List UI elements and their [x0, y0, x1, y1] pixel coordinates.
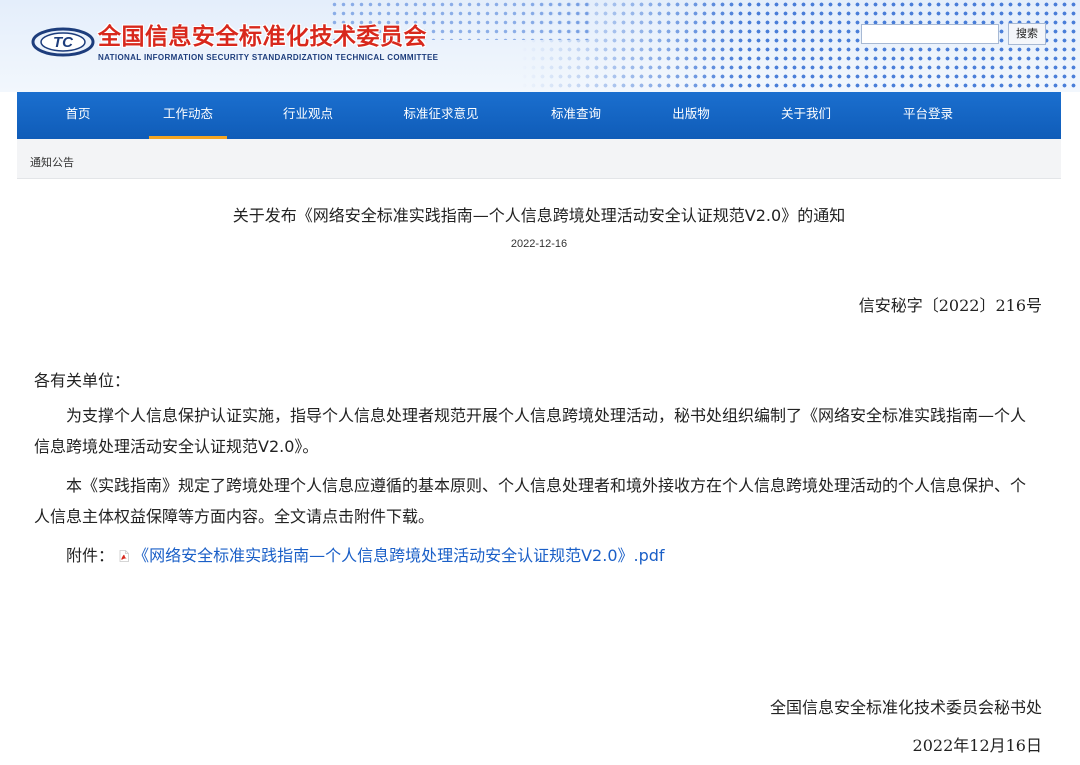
search-button[interactable]: 搜索 — [1008, 23, 1046, 45]
logo-text: 全国信息安全标准化技术委员会 NATIONAL INFORMATION SECU… — [98, 22, 438, 62]
logo-title-cn: 全国信息安全标准化技术委员会 — [98, 24, 427, 50]
salutation: 各有关单位： — [34, 371, 131, 390]
article: 关于发布《网络安全标准实践指南—个人信息跨境处理活动安全认证规范V2.0》的通知… — [17, 179, 1061, 765]
tc-logo-text: TC — [53, 34, 74, 51]
attachment-line: 附件： 《网络安全标准实践指南—个人信息跨境处理活动安全认证规范V2.0》.pd… — [34, 540, 1034, 571]
logo-title-en: NATIONAL INFORMATION SECURITY STANDARDIZ… — [98, 53, 439, 62]
site-header: TC 全国信息安全标准化技术委员会 NATIONAL INFORMATION S… — [0, 0, 1080, 92]
breadcrumb-bar: 通知公告 — [17, 139, 1061, 179]
attachment-label: 附件： — [66, 546, 115, 565]
site-logo[interactable]: TC 全国信息安全标准化技术委员会 NATIONAL INFORMATION S… — [30, 22, 438, 68]
article-title: 关于发布《网络安全标准实践指南—个人信息跨境处理活动安全认证规范V2.0》的通知 — [232, 206, 846, 225]
nav-item-standard-comments[interactable]: 标准征求意见 — [391, 92, 491, 139]
sign-date: 2022年12月16日 — [912, 736, 1042, 755]
nav-item-industry-views[interactable]: 行业观点 — [269, 92, 347, 139]
nav-item-work-news[interactable]: 工作动态 — [149, 92, 227, 139]
article-date: 2022-12-16 — [510, 238, 568, 250]
nav-item-publications[interactable]: 出版物 — [660, 92, 722, 139]
article-paragraph: 本《实践指南》规定了跨境处理个人信息应遵循的基本原则、个人信息处理者和境外接收方… — [34, 476, 1027, 526]
signer: 全国信息安全标准化技术委员会秘书处 — [769, 698, 1042, 717]
nav-item-home[interactable]: 首页 — [47, 92, 109, 139]
document-number: 信安秘字〔2022〕216号 — [858, 296, 1042, 315]
breadcrumb[interactable]: 通知公告 — [30, 154, 74, 170]
nav-item-platform-login[interactable]: 平台登录 — [889, 92, 967, 139]
nav-item-about-us[interactable]: 关于我们 — [767, 92, 845, 139]
nav-item-standard-search[interactable]: 标准查询 — [537, 92, 615, 139]
pdf-file-icon — [119, 550, 130, 562]
article-paragraph: 为支撑个人信息保护认证实施，指导个人信息处理者规范开展个人信息跨境处理活动，秘书… — [34, 406, 1027, 456]
search-input[interactable] — [861, 24, 999, 44]
header-dot-pattern — [520, 0, 1080, 92]
attachment-download-link[interactable]: 《网络安全标准实践指南—个人信息跨境处理活动安全认证规范V2.0》.pdf — [133, 546, 664, 565]
tc-logo-icon: TC — [31, 27, 95, 57]
main-nav: 首页 工作动态 行业观点 标准征求意见 标准查询 出版物 关于我们 平台登录 — [17, 92, 1061, 139]
